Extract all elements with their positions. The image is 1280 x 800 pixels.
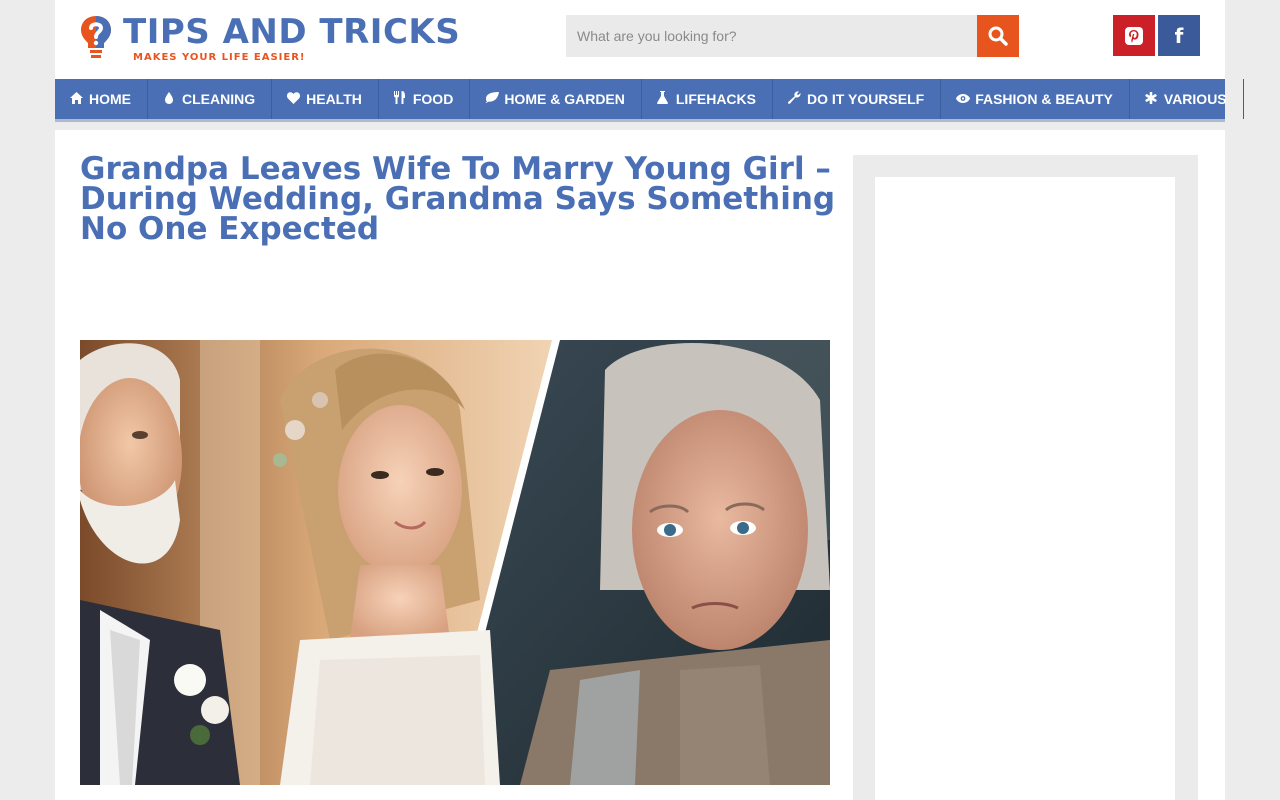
logo-tagline: MAKES YOUR LIFE EASIER! xyxy=(133,52,306,63)
nav-label: HOME & GARDEN xyxy=(504,91,625,107)
main-navigation: HOME CLEANING HEALTH FOOD HOME & GARDEN xyxy=(55,79,1244,119)
asterisk-icon xyxy=(1145,91,1157,107)
sidebar xyxy=(853,155,1198,800)
nav-item-home[interactable]: HOME xyxy=(55,79,148,119)
article-featured-image[interactable] xyxy=(80,340,830,785)
facebook-icon: f xyxy=(1174,23,1184,48)
nav-divider xyxy=(55,119,1225,122)
nav-item-lifehacks[interactable]: LIFEHACKS xyxy=(642,79,773,119)
nav-item-food[interactable]: FOOD xyxy=(379,79,471,119)
nav-label: HOME xyxy=(89,91,131,107)
lightbulb-question-icon xyxy=(81,16,111,58)
article-title: Grandpa Leaves Wife To Marry Young Girl … xyxy=(80,151,836,247)
nav-item-home-garden[interactable]: HOME & GARDEN xyxy=(470,79,642,119)
pinterest-button[interactable] xyxy=(1113,15,1155,56)
search-input[interactable] xyxy=(566,15,977,57)
facebook-button[interactable]: f xyxy=(1158,15,1200,56)
cutlery-icon xyxy=(394,91,406,107)
nav-label: FASHION & BEAUTY xyxy=(975,91,1113,107)
logo-title: TIPS AND TRICKS xyxy=(123,12,461,52)
nav-item-cleaning[interactable]: CLEANING xyxy=(148,79,273,119)
nav-item-health[interactable]: HEALTH xyxy=(272,79,379,119)
droplet-icon xyxy=(163,91,175,107)
leaf-icon xyxy=(485,92,500,106)
nav-item-fashion-beauty[interactable]: FASHION & BEAUTY xyxy=(941,79,1130,119)
home-icon xyxy=(70,91,83,107)
nav-label: HEALTH xyxy=(306,91,362,107)
nav-item-diy[interactable]: DO IT YOURSELF xyxy=(773,79,942,119)
nav-item-various[interactable]: VARIOUS xyxy=(1130,79,1244,119)
eye-icon xyxy=(956,92,971,106)
heart-icon xyxy=(287,91,301,107)
wrench-icon xyxy=(787,91,801,107)
search-button[interactable] xyxy=(977,15,1019,57)
site-logo[interactable]: TIPS AND TRICKS MAKES YOUR LIFE EASIER! xyxy=(79,12,479,64)
wedding-collage-image xyxy=(80,340,830,785)
nav-label: DO IT YOURSELF xyxy=(807,91,925,107)
main-content: Grandpa Leaves Wife To Marry Young Girl … xyxy=(55,130,1225,800)
nav-label: FOOD xyxy=(412,91,454,107)
flask-icon xyxy=(657,91,669,107)
nav-label: CLEANING xyxy=(182,91,256,107)
nav-label: LIFEHACKS xyxy=(675,91,756,107)
search-bar xyxy=(566,15,1019,57)
page-wrapper: TIPS AND TRICKS MAKES YOUR LIFE EASIER! … xyxy=(55,0,1244,800)
sidebar-ad-slot xyxy=(875,177,1175,800)
search-icon xyxy=(988,26,1008,46)
nav-label: VARIOUS xyxy=(1163,91,1227,107)
pinterest-icon xyxy=(1125,26,1143,45)
site-header: TIPS AND TRICKS MAKES YOUR LIFE EASIER! … xyxy=(55,0,1225,79)
